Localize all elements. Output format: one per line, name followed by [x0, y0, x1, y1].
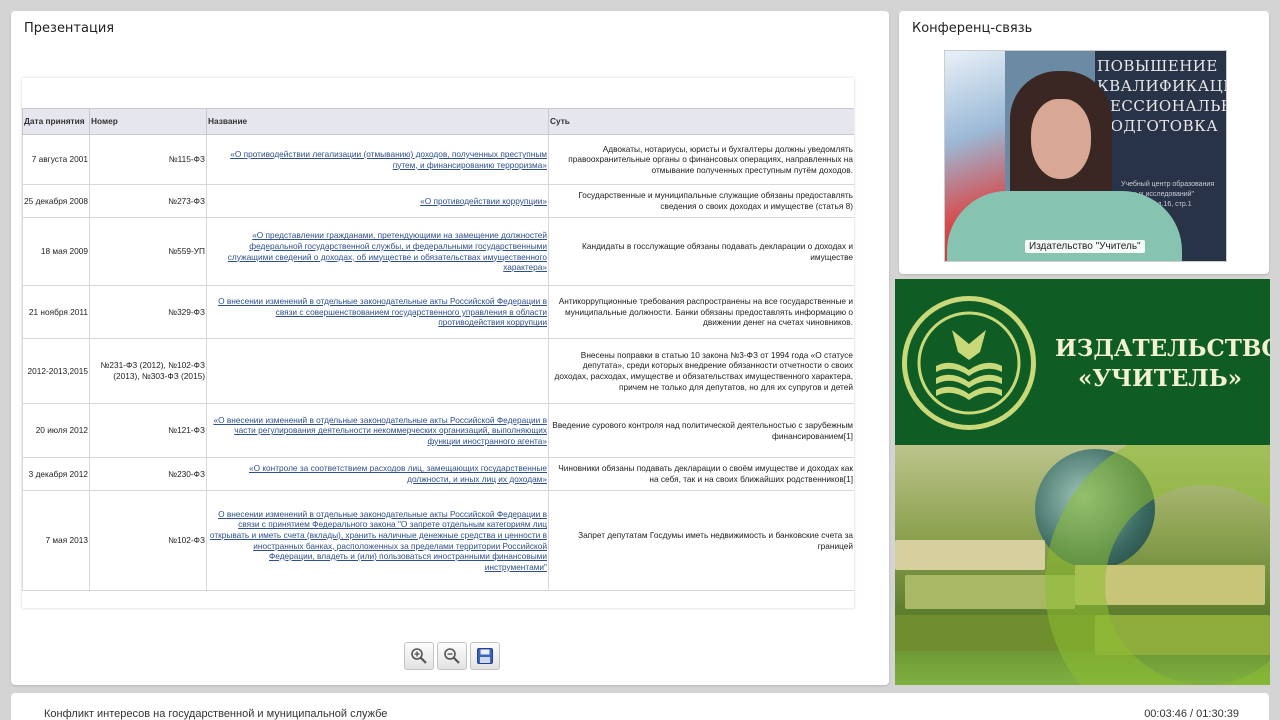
presentation-slide: Дата принятия Номер Название Суть 7 авгу…	[22, 78, 854, 608]
header-essence: Суть	[548, 108, 854, 135]
cell-name-link[interactable]: «О контроле за соответствием расходов ли…	[206, 457, 549, 491]
cell-essence: Антикоррупционные требования распростран…	[548, 285, 854, 339]
cell-essence: Адвокаты, нотариусы, юристы и бухгалтеры…	[548, 134, 854, 185]
cell-essence: Кандидаты в госслужащие обязаны подавать…	[548, 217, 854, 286]
cell-name-link[interactable]: «О противодействии легализации (отмывани…	[206, 134, 549, 185]
speaker-caption: Издательство "Учитель"	[1025, 240, 1145, 253]
floppy-disk-icon	[477, 648, 493, 664]
speaker-face	[1031, 99, 1091, 179]
cell-date: 2012-2013,2015	[22, 338, 90, 404]
table-row: 21 ноября 2011 №329-ФЗ О внесении измене…	[22, 285, 854, 339]
table-row: 7 августа 2001 №115-ФЗ «О противодействи…	[22, 134, 854, 185]
cell-essence: Запрет депутатам Госдумы иметь недвижимо…	[548, 490, 854, 591]
cell-name-link[interactable]: «О противодействии коррупции»	[206, 184, 549, 218]
banner-line: КВАЛИФИКАЦИИ	[1097, 77, 1226, 95]
cell-number: №273-ФЗ	[89, 184, 207, 218]
cell-date: 25 декабря 2008	[22, 184, 90, 218]
cell-date: 18 мая 2009	[22, 217, 90, 286]
table-row: 2012-2013,2015 №231-ФЗ (2012), №102-ФЗ (…	[22, 338, 854, 404]
books-globe-image	[895, 445, 1270, 685]
table-row: 20 июля 2012 №121-ФЗ «О внесении изменен…	[22, 403, 854, 458]
cell-date: 7 августа 2001	[22, 134, 90, 185]
zoom-out-button[interactable]	[437, 642, 467, 670]
table-row: 7 мая 2013 №102-ФЗ О внесении изменений …	[22, 490, 854, 591]
cell-essence: Внесены поправки в статью 10 закона №3-Ф…	[548, 338, 854, 404]
cell-number: №115-ФЗ	[89, 134, 207, 185]
publisher-name: ИЗДАТЕЛЬСТВО «УЧИТЕЛЬ»	[1055, 334, 1270, 394]
header-date: Дата принятия	[22, 108, 90, 135]
banner-small-line: Учебный центр образования	[1121, 181, 1215, 188]
cell-number: №121-ФЗ	[89, 403, 207, 458]
conference-panel: Конференц-связь ПОВЫШЕНИЕ КВАЛИФИКАЦИИ Ф…	[899, 11, 1269, 274]
lecture-title: Конфликт интересов на государственной и …	[44, 708, 388, 720]
playback-time: 00:03:46 / 01:30:39	[1144, 708, 1239, 720]
cell-essence: Государственные и муниципальные служащие…	[548, 184, 854, 218]
table-row: 25 декабря 2008 №273-ФЗ «О противодейств…	[22, 184, 854, 218]
cell-number: №559-УП	[89, 217, 207, 286]
cell-date: 3 декабря 2012	[22, 457, 90, 491]
cell-name-link[interactable]: «О внесении изменений в отдельные законо…	[206, 403, 549, 458]
cell-date: 20 июля 2012	[22, 403, 90, 458]
cell-number: №230-ФЗ	[89, 457, 207, 491]
brand-header: ИЗДАТЕЛЬСТВО «УЧИТЕЛЬ»	[895, 279, 1270, 445]
cell-number: №102-ФЗ	[89, 490, 207, 591]
zoom-in-button[interactable]	[404, 642, 434, 670]
table-row: 3 декабря 2012 №230-ФЗ «О контроле за со…	[22, 457, 854, 491]
header-number: Номер	[89, 108, 207, 135]
publisher-name-line: «УЧИТЕЛЬ»	[1077, 365, 1243, 392]
player-footer: Конфликт интересов на государственной и …	[11, 693, 1269, 720]
book-logo-icon	[902, 296, 1036, 430]
cell-date: 7 мая 2013	[22, 490, 90, 591]
magnifier-minus-icon	[444, 648, 460, 664]
cell-essence: Чиновники обязаны подавать декларации о …	[548, 457, 854, 491]
cell-name-link[interactable]: «О представлении гражданами, претендующи…	[206, 217, 549, 286]
cell-essence: Введение сурового контроля над политичес…	[548, 403, 854, 458]
save-button[interactable]	[470, 642, 500, 670]
cell-name-link[interactable]: О внесении изменений в отдельные законод…	[206, 285, 549, 339]
cell-name-link[interactable]: О внесении изменений в отдельные законод…	[206, 490, 549, 591]
publisher-name-line: ИЗДАТЕЛЬСТВО	[1055, 335, 1270, 362]
laws-table: Дата принятия Номер Название Суть 7 авгу…	[22, 108, 854, 591]
table-row: 18 мая 2009 №559-УП «О представлении гра…	[22, 217, 854, 286]
video-feed[interactable]: ПОВЫШЕНИЕ КВАЛИФИКАЦИИ ФЕССИОНАЛЬНАЯ ПОД…	[944, 50, 1227, 262]
publisher-brand: ИЗДАТЕЛЬСТВО «УЧИТЕЛЬ»	[895, 279, 1270, 685]
banner-line: ПОВЫШЕНИЕ	[1097, 57, 1218, 75]
banner-line: ФЕССИОНАЛЬНАЯ	[1097, 97, 1226, 115]
magnifier-plus-icon	[411, 648, 427, 664]
header-name: Название	[206, 108, 549, 135]
cell-name-link[interactable]	[206, 338, 549, 404]
book-image	[895, 540, 1045, 570]
banner-line: ПОДГОТОВКА	[1097, 117, 1219, 135]
cell-number: №329-ФЗ	[89, 285, 207, 339]
presentation-panel: Презентация Дата принятия Номер Название…	[11, 11, 889, 685]
cell-date: 21 ноября 2011	[22, 285, 90, 339]
conference-title: Конференц-связь	[912, 21, 1033, 36]
slide-toolbar	[404, 642, 500, 670]
table-header-row: Дата принятия Номер Название Суть	[22, 108, 854, 135]
presentation-title: Презентация	[24, 21, 115, 36]
cell-number: №231-ФЗ (2012), №102-ФЗ (2013), №303-ФЗ …	[89, 338, 207, 404]
